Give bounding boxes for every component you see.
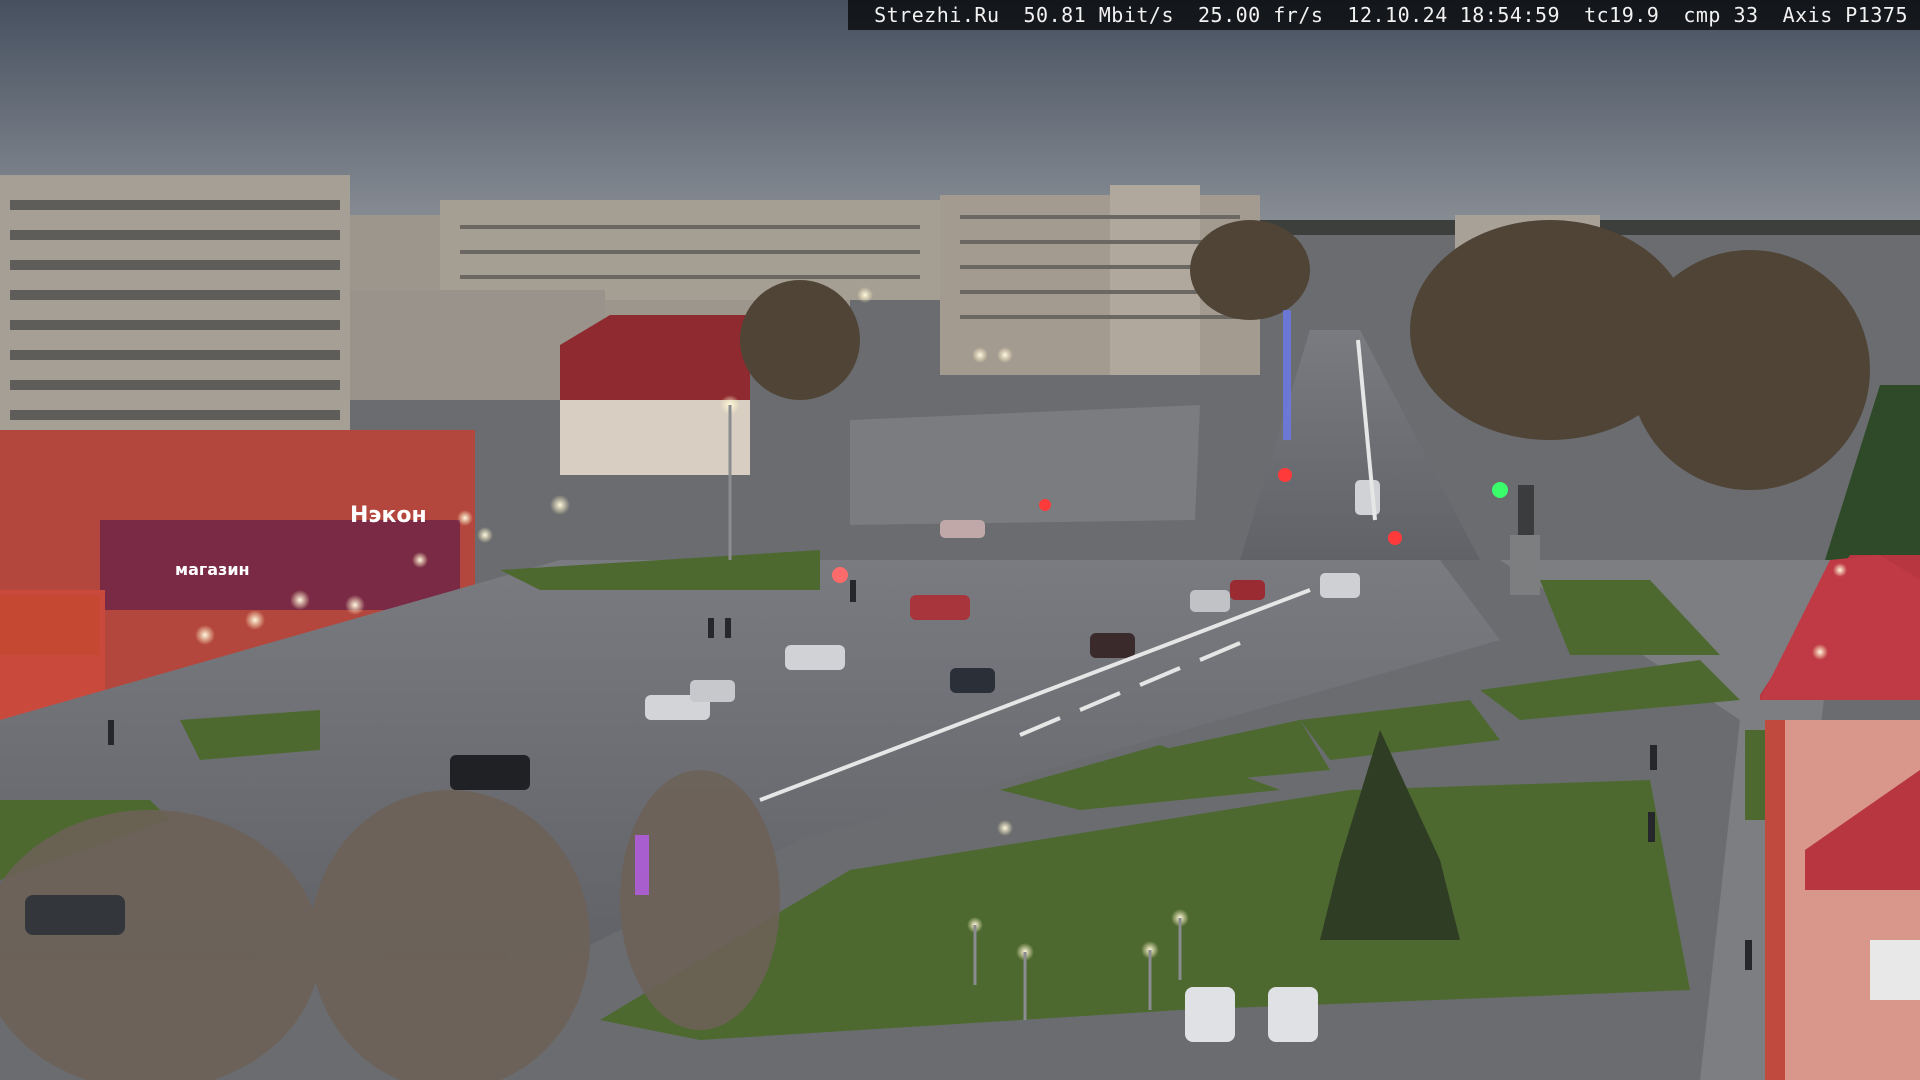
site-name: Strezhi.Ru bbox=[874, 3, 1000, 27]
car bbox=[25, 895, 125, 935]
car bbox=[1268, 987, 1318, 1042]
car bbox=[1190, 590, 1230, 612]
tc-readout: tc19.9 bbox=[1584, 3, 1660, 27]
car bbox=[1320, 573, 1360, 598]
car bbox=[690, 680, 735, 702]
car bbox=[450, 755, 530, 790]
red-roof-building bbox=[560, 315, 750, 475]
car bbox=[1185, 987, 1235, 1042]
date-readout: 12.10.24 bbox=[1347, 3, 1448, 27]
camera-info-overlay: Strezhi.Ru 50.81 Mbit/s 25.00 fr/s 12.10… bbox=[848, 0, 1920, 30]
time-readout: 18:54:59 bbox=[1459, 3, 1561, 27]
car bbox=[940, 520, 985, 538]
car bbox=[1230, 580, 1265, 600]
cmp-readout: cmp 33 bbox=[1683, 3, 1759, 27]
store-sign-text: Нэкон bbox=[350, 503, 427, 528]
car bbox=[785, 645, 845, 670]
bitrate-readout: 50.81 Mbit/s bbox=[1023, 3, 1174, 27]
car bbox=[950, 668, 995, 693]
car bbox=[1090, 633, 1135, 658]
timestamp: 12.10.24 18:54:59 bbox=[1347, 3, 1560, 27]
framerate-readout: 25.00 fr/s bbox=[1198, 3, 1324, 27]
plaza bbox=[850, 405, 1200, 525]
car bbox=[910, 595, 970, 620]
webcam-scene: Нэкон магазин bbox=[0, 0, 1920, 1080]
camera-model: Axis P1375 bbox=[1782, 3, 1908, 27]
store-sign-small-text: магазин bbox=[175, 560, 250, 579]
car bbox=[1355, 480, 1380, 515]
